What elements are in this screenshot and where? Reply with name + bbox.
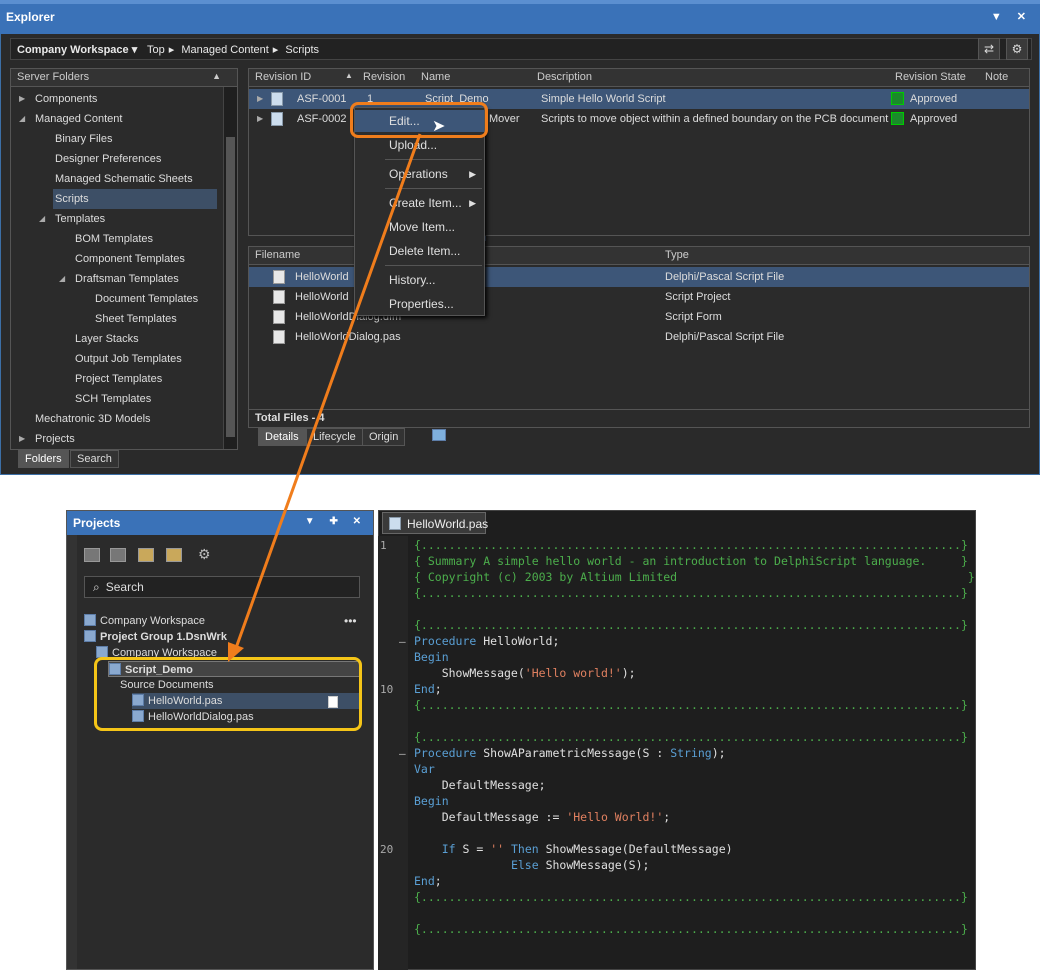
flow-arrow [228,133,422,662]
